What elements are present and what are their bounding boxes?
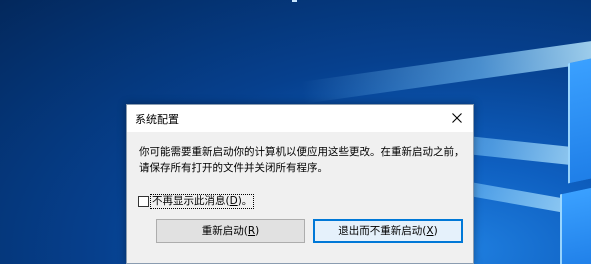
dont-show-again-row[interactable]: 不再显示此消息(D)。	[138, 193, 255, 209]
system-configuration-dialog: 系统配置 你可能需要重新启动你的计算机以便应用这些更改。在重新启动之前，请保存所…	[126, 104, 474, 264]
windows-logo-pane	[568, 56, 591, 184]
windows-logo-pane	[560, 185, 591, 264]
dont-show-again-label[interactable]: 不再显示此消息(D)。	[149, 193, 255, 209]
desktop-light-glint	[292, 0, 297, 2]
restart-button[interactable]: 重新启动(R)	[156, 219, 305, 243]
close-icon	[452, 113, 462, 123]
close-button[interactable]	[441, 105, 473, 132]
dialog-titlebar[interactable]: 系统配置	[127, 105, 473, 132]
dont-show-again-checkbox[interactable]	[138, 195, 149, 207]
light-beam	[301, 40, 591, 104]
desktop-background: 系统配置 你可能需要重新启动你的计算机以便应用这些更改。在重新启动之前，请保存所…	[0, 0, 591, 264]
exit-without-restart-button[interactable]: 退出而不重新启动(X)	[313, 219, 463, 243]
dialog-message: 你可能需要重新启动你的计算机以便应用这些更改。在重新启动之前，请保存所有打开的文…	[139, 146, 465, 174]
dialog-title: 系统配置	[135, 113, 179, 126]
